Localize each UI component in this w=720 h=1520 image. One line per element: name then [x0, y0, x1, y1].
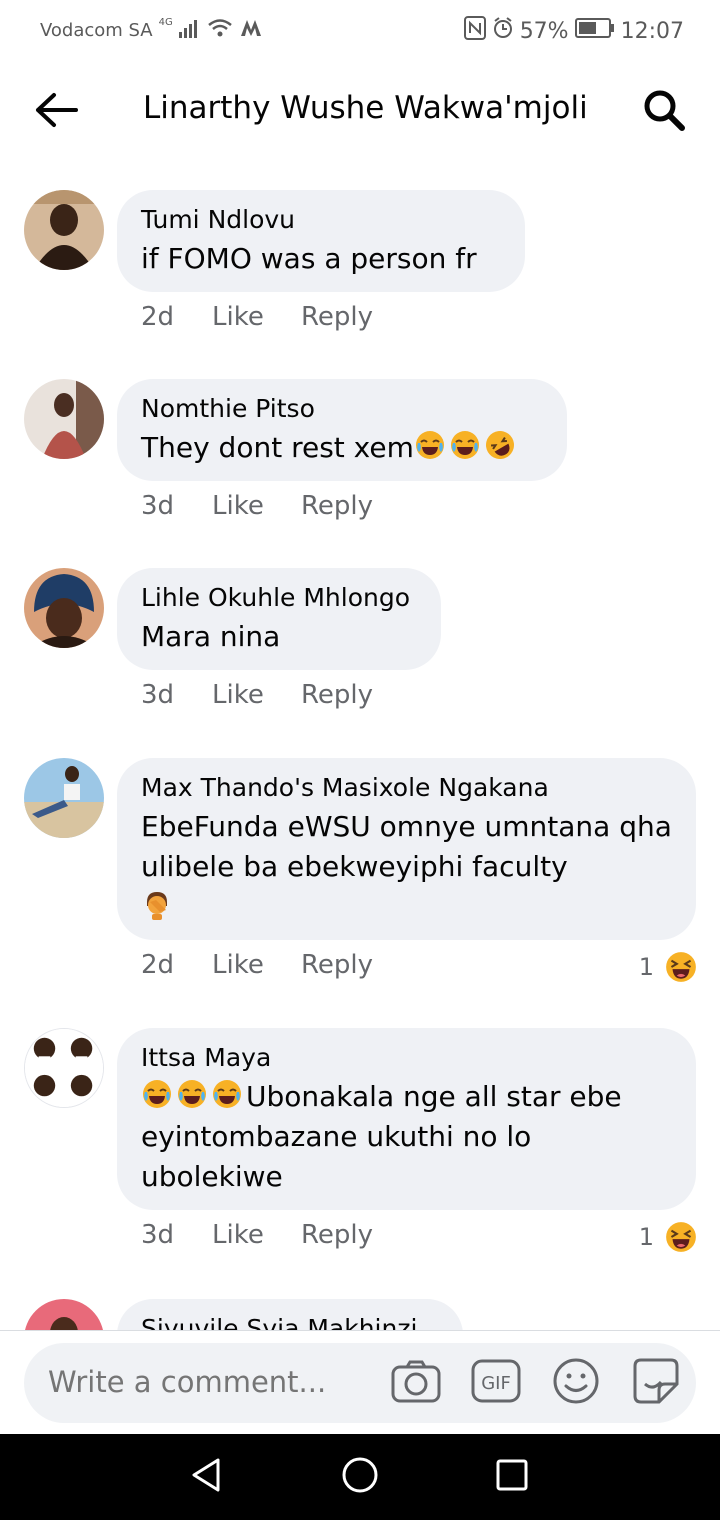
system-nav-bar — [0, 1434, 720, 1520]
comment-actions: 3d Like Reply — [141, 680, 373, 710]
app-notification-icon — [239, 18, 263, 43]
comment-text-body: They dont rest xem — [141, 431, 414, 464]
comment-actions: 2d Like Reply — [141, 302, 373, 332]
like-button[interactable]: Like — [212, 491, 301, 521]
sticker-button[interactable] — [630, 1357, 682, 1409]
network-type: 4G — [158, 17, 173, 28]
nav-back-button[interactable] — [182, 1454, 232, 1500]
battery-percent: 57% — [519, 18, 569, 44]
comment-text: Mara nina — [141, 620, 281, 653]
composer-box[interactable]: GIF — [24, 1343, 696, 1423]
arrow-left-icon — [34, 92, 78, 132]
status-left: Vodacom SA 4G — [40, 17, 263, 43]
haha-reaction-icon — [664, 950, 698, 984]
emoji-button[interactable] — [550, 1357, 602, 1409]
comment-author[interactable]: Nomthie Pitso — [141, 390, 543, 428]
like-button[interactable]: Like — [212, 680, 301, 710]
reply-button[interactable]: Reply — [301, 491, 373, 521]
reaction-summary[interactable]: 1 — [639, 1220, 698, 1254]
gif-icon: GIF — [471, 1359, 521, 1407]
comment-time[interactable]: 3d — [141, 491, 212, 521]
comment-input[interactable] — [48, 1365, 378, 1399]
comment-author[interactable]: Siyuvile Syia Makhinzi — [141, 1310, 439, 1330]
reply-button[interactable]: Reply — [301, 950, 373, 980]
avatar[interactable] — [24, 568, 104, 648]
avatar[interactable] — [24, 758, 104, 838]
joy-emoji-icon — [141, 1078, 173, 1110]
header: Linarthy Wushe Wakwa'mjoli — [0, 62, 720, 162]
wifi-icon — [207, 18, 233, 43]
like-button[interactable]: Like — [212, 950, 301, 980]
comment-text-body: EbeFunda eWSU omnye umntana qha ulibele … — [141, 810, 672, 883]
comment-list[interactable]: Tumi Ndlovu if FOMO was a person fr 2d L… — [0, 162, 720, 1330]
comment-actions: 3d Like Reply — [141, 1220, 373, 1250]
comment-bubble[interactable]: Ittsa Maya Ubonakala nge all star ebe ey… — [117, 1028, 696, 1210]
gif-button[interactable]: GIF — [470, 1357, 522, 1409]
camera-icon — [391, 1359, 441, 1407]
reaction-summary[interactable]: 1 — [639, 950, 698, 984]
comment-author[interactable]: Lihle Okuhle Mhlongo — [141, 579, 417, 617]
comment-bubble[interactable]: Siyuvile Syia Makhinzi — [117, 1299, 463, 1330]
rofl-emoji-icon — [484, 429, 516, 461]
comment-time[interactable]: 2d — [141, 302, 212, 332]
joy-emoji-icon — [211, 1078, 243, 1110]
comment-composer: GIF — [0, 1330, 720, 1435]
comment-bubble[interactable]: Lihle Okuhle Mhlongo Mara nina — [117, 568, 441, 670]
page-title: Linarthy Wushe Wakwa'mjoli — [143, 90, 588, 126]
joy-emoji-icon — [414, 429, 446, 461]
comment-text: Ubonakala nge all star ebe eyintombazane… — [141, 1077, 672, 1197]
camera-button[interactable] — [390, 1357, 442, 1409]
circle-home-icon — [340, 1455, 380, 1499]
nfc-icon — [463, 16, 486, 46]
nav-home-button[interactable] — [335, 1454, 385, 1500]
comment-bubble[interactable]: Nomthie Pitso They dont rest xem — [117, 379, 567, 481]
comment-time[interactable]: 2d — [141, 950, 212, 980]
comment-bubble[interactable]: Max Thando's Masixole Ngakana EbeFunda e… — [117, 758, 696, 940]
search-button[interactable] — [636, 84, 692, 140]
signal-icon — [178, 18, 201, 43]
avatar[interactable] — [24, 1028, 104, 1108]
facepalm-emoji-icon — [141, 888, 173, 920]
avatar[interactable] — [24, 379, 104, 459]
like-button[interactable]: Like — [212, 1220, 301, 1250]
reply-button[interactable]: Reply — [301, 680, 373, 710]
comment-actions: 2d Like Reply — [141, 950, 373, 980]
joy-emoji-icon — [449, 429, 481, 461]
emoji-icon — [552, 1357, 600, 1409]
avatar[interactable] — [24, 1299, 104, 1330]
status-bar: Vodacom SA 4G 57% 12:07 — [0, 0, 720, 62]
search-icon — [642, 88, 686, 136]
carrier-name: Vodacom SA — [40, 20, 153, 41]
status-right: 57% 12:07 — [463, 16, 684, 46]
comment-author[interactable]: Ittsa Maya — [141, 1039, 672, 1077]
triangle-back-icon — [190, 1457, 224, 1497]
like-button[interactable]: Like — [212, 302, 301, 332]
reply-button[interactable]: Reply — [301, 302, 373, 332]
reaction-count: 1 — [638, 1223, 654, 1251]
haha-reaction-icon — [664, 1220, 698, 1254]
comment-text: if FOMO was a person fr — [141, 242, 477, 275]
reaction-count: 1 — [638, 953, 654, 981]
comment-time[interactable]: 3d — [141, 1220, 212, 1250]
sticker-icon — [631, 1356, 681, 1410]
comment-text: EbeFunda eWSU omnye umntana qha ulibele … — [141, 807, 672, 927]
comment-time[interactable]: 3d — [141, 680, 212, 710]
battery-icon — [574, 17, 615, 45]
joy-emoji-icon — [176, 1078, 208, 1110]
comment-author[interactable]: Tumi Ndlovu — [141, 201, 501, 239]
comment-text: They dont rest xem — [141, 428, 543, 468]
square-recents-icon — [495, 1458, 529, 1496]
comment-bubble[interactable]: Tumi Ndlovu if FOMO was a person fr — [117, 190, 525, 292]
comment-author[interactable]: Max Thando's Masixole Ngakana — [141, 769, 672, 807]
back-button[interactable] — [26, 86, 86, 138]
comment-actions: 3d Like Reply — [141, 491, 373, 521]
svg-text:GIF: GIF — [481, 1373, 511, 1394]
alarm-icon — [492, 16, 514, 46]
reply-button[interactable]: Reply — [301, 1220, 373, 1250]
clock: 12:07 — [620, 18, 684, 44]
nav-recents-button[interactable] — [487, 1454, 537, 1500]
avatar[interactable] — [24, 190, 104, 270]
